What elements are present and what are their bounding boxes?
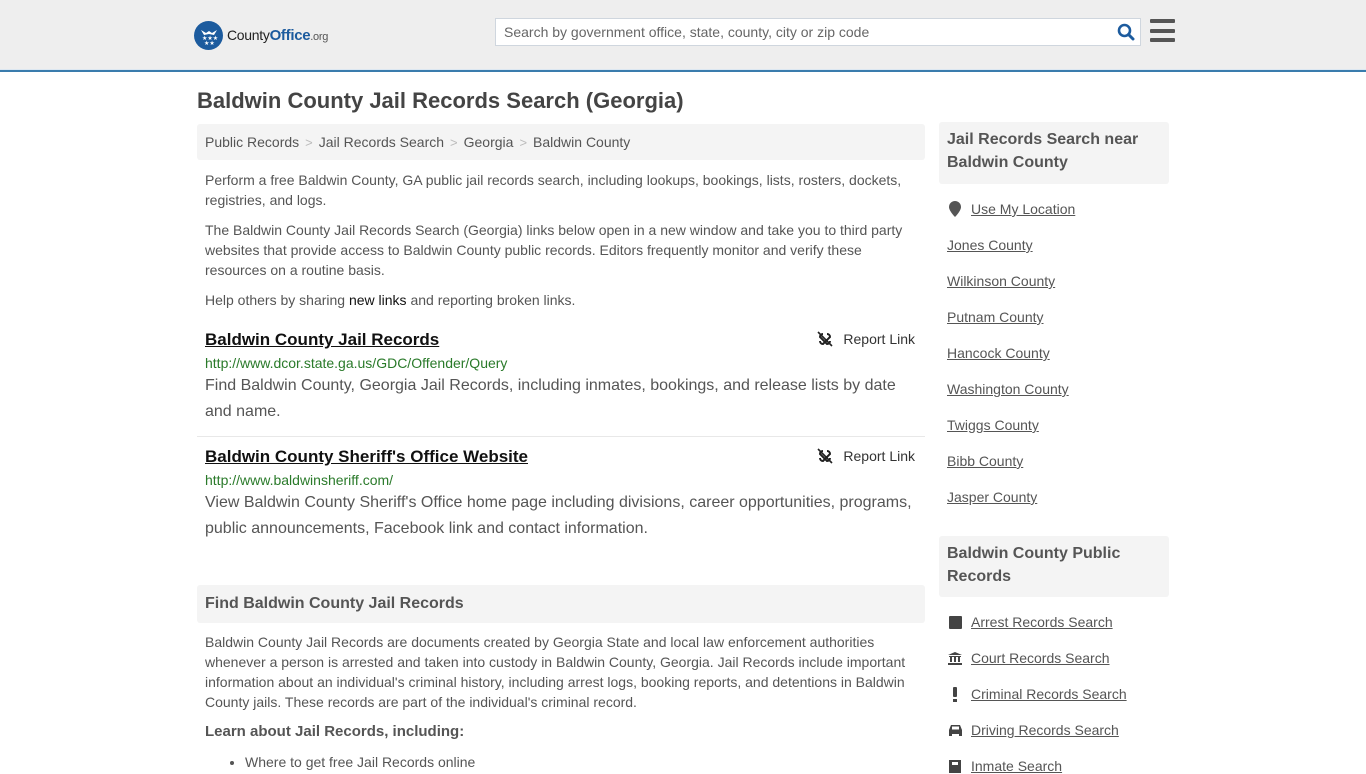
public-records-heading: Baldwin County Public Records [939, 536, 1169, 597]
nearby-county-link[interactable]: Washington County [947, 381, 1069, 397]
result-item: Baldwin County Jail Records Report Link … [197, 329, 925, 437]
nearby-county-link[interactable]: Twiggs County [947, 417, 1039, 433]
page-title: Baldwin County Jail Records Search (Geor… [197, 88, 684, 113]
find-section-heading: Find Baldwin County Jail Records [197, 585, 925, 623]
learn-list: Where to get free Jail Records online [245, 752, 475, 772]
use-my-location-link[interactable]: Use My Location [947, 201, 1075, 217]
inmate-search-link[interactable]: Inmate Search [947, 758, 1062, 774]
courthouse-icon [947, 651, 963, 665]
intro-paragraph: Perform a free Baldwin County, GA public… [205, 172, 902, 208]
car-icon [947, 724, 963, 736]
site-header: ★★★ ★★ CountyOffice.org [0, 0, 1366, 72]
nearby-county-link[interactable]: Jasper County [947, 489, 1037, 505]
breadcrumb-georgia[interactable]: Georgia [464, 134, 514, 150]
arrest-records-link[interactable]: Arrest Records Search [947, 614, 1113, 630]
result-description: View Baldwin County Sheriff's Office hom… [205, 494, 912, 537]
breadcrumb-separator: > [450, 134, 458, 150]
exclamation-icon [947, 686, 963, 702]
square-icon [947, 615, 963, 629]
nearby-county-link[interactable]: Hancock County [947, 345, 1050, 361]
result-title-link[interactable]: Baldwin County Jail Records [205, 329, 439, 351]
report-link-button[interactable]: Report Link [817, 448, 915, 464]
svg-text:★★: ★★ [204, 40, 215, 46]
nearby-county-link[interactable]: Wilkinson County [947, 273, 1055, 289]
share-links-paragraph: Help others by sharing new links and rep… [205, 292, 576, 308]
nearby-county-link[interactable]: Jones County [947, 237, 1033, 253]
result-url-link[interactable]: http://www.dcor.state.ga.us/GDC/Offender… [205, 354, 917, 372]
learn-list-item: Where to get free Jail Records online [245, 752, 475, 772]
broken-link-icon [817, 448, 833, 464]
report-link-button[interactable]: Report Link [817, 331, 915, 347]
new-links-link[interactable]: new links [349, 292, 407, 308]
result-description: Find Baldwin County, Georgia Jail Record… [205, 377, 896, 420]
driving-records-link[interactable]: Driving Records Search [947, 722, 1119, 738]
hamburger-menu-icon[interactable] [1150, 19, 1175, 42]
logo-text: CountyOffice.org [227, 26, 329, 44]
learn-heading: Learn about Jail Records, including: [205, 723, 465, 740]
result-url-link[interactable]: http://www.baldwinsheriff.com/ [205, 471, 917, 489]
eagle-stars-icon: ★★★ ★★ [194, 20, 223, 50]
nearby-county-link[interactable]: Putnam County [947, 309, 1044, 325]
nearby-county-link[interactable]: Bibb County [947, 453, 1023, 469]
intro-text: Perform a free Baldwin County, GA public… [205, 170, 920, 320]
court-records-link[interactable]: Court Records Search [947, 650, 1110, 666]
result-title-link[interactable]: Baldwin County Sheriff's Office Website [205, 446, 528, 468]
site-logo[interactable]: ★★★ ★★ CountyOffice.org [194, 20, 328, 50]
inmate-icon [947, 759, 963, 773]
search-button[interactable] [1112, 19, 1140, 45]
intro-paragraph: The Baldwin County Jail Records Search (… [205, 222, 903, 278]
result-item: Baldwin County Sheriff's Office Website … [197, 446, 925, 542]
criminal-records-link[interactable]: Criminal Records Search [947, 686, 1127, 702]
breadcrumb-separator: > [519, 134, 528, 150]
find-section-body: Baldwin County Jail Records are document… [205, 634, 906, 710]
broken-link-icon [817, 331, 833, 347]
search-icon [1117, 23, 1135, 41]
breadcrumb: Public Records > Jail Records Search > G… [197, 124, 925, 160]
breadcrumb-jail-records-search[interactable]: Jail Records Search [319, 134, 444, 150]
breadcrumb-separator: > [305, 134, 313, 150]
search-bar [495, 18, 1141, 46]
nearby-heading: Jail Records Search near Baldwin County [939, 122, 1169, 184]
breadcrumb-baldwin-county[interactable]: Baldwin County [533, 134, 630, 150]
search-input[interactable] [496, 19, 1112, 45]
breadcrumb-public-records[interactable]: Public Records [205, 134, 299, 150]
map-pin-icon [947, 201, 963, 217]
